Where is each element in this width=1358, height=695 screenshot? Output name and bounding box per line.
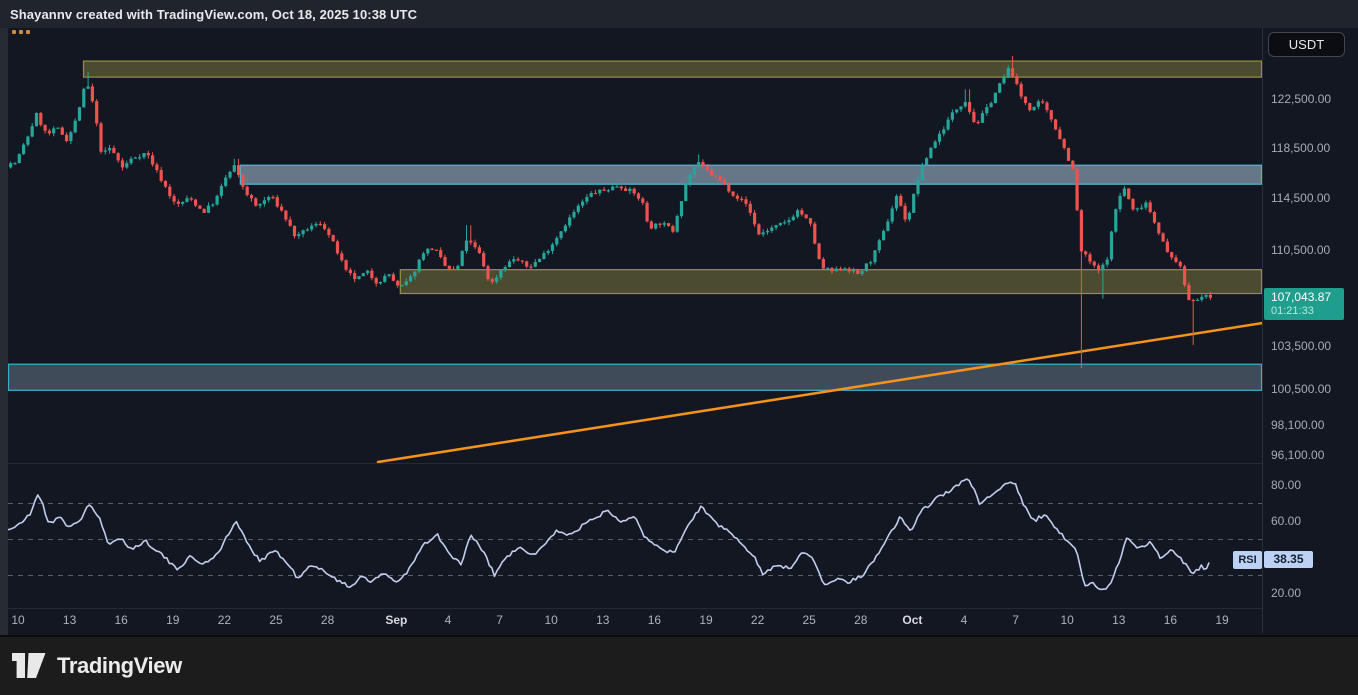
rsi-indicator-label[interactable]: RSI xyxy=(1233,551,1262,569)
time-tick: 7 xyxy=(496,613,503,627)
time-axis[interactable]: 10 13 16 19 22 25 28 Sep 4 7 10 13 16 19 22 25 28 Oct 4 7 10… xyxy=(0,609,1262,633)
time-tick: 13 xyxy=(596,613,609,627)
legend-collapsed-dots[interactable] xyxy=(12,30,30,34)
bar-countdown: 01:21:33 xyxy=(1271,305,1344,317)
currency-toggle-usdt[interactable]: USDT xyxy=(1268,32,1345,57)
time-tick: 10 xyxy=(1061,613,1074,627)
price-tick: 122,500.00 xyxy=(1271,91,1331,107)
candlestick-chart[interactable] xyxy=(0,0,1358,695)
legend-dot-icon xyxy=(12,30,16,34)
time-tick: 4 xyxy=(961,613,968,627)
time-tick: 7 xyxy=(1012,613,1019,627)
time-tick: 16 xyxy=(115,613,128,627)
time-tick: 13 xyxy=(1112,613,1125,627)
time-tick: 25 xyxy=(803,613,816,627)
tradingview-logo-icon xyxy=(12,653,46,679)
rsi-tick: 60.00 xyxy=(1271,513,1301,529)
time-tick: Oct xyxy=(902,613,922,627)
price-tick: 118,500.00 xyxy=(1271,140,1330,156)
time-tick: 25 xyxy=(269,613,282,627)
time-tick: 10 xyxy=(11,613,24,627)
price-scale[interactable]: USDT 107,043.87 01:21:33 38.35 122,500.0… xyxy=(1262,28,1358,633)
time-tick: 19 xyxy=(166,613,179,627)
time-tick: 16 xyxy=(1164,613,1177,627)
rsi-value-badge: 38.35 xyxy=(1264,551,1313,568)
attribution-bar: Shayannv created with TradingView.com, O… xyxy=(0,0,1358,28)
last-price-badge: 107,043.87 01:21:33 xyxy=(1264,288,1344,320)
time-tick: 22 xyxy=(218,613,231,627)
time-tick: 4 xyxy=(445,613,452,627)
price-tick: 98,100.00 xyxy=(1271,417,1324,433)
price-tick: 110,500.00 xyxy=(1271,242,1330,258)
time-tick: 13 xyxy=(63,613,76,627)
price-tick: 100,500.00 xyxy=(1271,381,1331,397)
rsi-tick: 80.00 xyxy=(1271,477,1301,493)
rsi-tick: 20.00 xyxy=(1271,585,1301,601)
last-price-value: 107,043.87 xyxy=(1271,290,1344,304)
time-tick: 19 xyxy=(699,613,712,627)
price-tick: 114,500.00 xyxy=(1271,190,1330,206)
attribution-text: Shayannv created with TradingView.com, O… xyxy=(10,7,417,22)
tradingview-logo-text: TradingView xyxy=(57,653,182,679)
time-tick: 16 xyxy=(648,613,661,627)
legend-dot-icon xyxy=(19,30,23,34)
time-tick: 19 xyxy=(1215,613,1228,627)
time-tick: 28 xyxy=(321,613,334,627)
footer: TradingView xyxy=(0,635,1358,695)
time-tick: 10 xyxy=(545,613,558,627)
left-edge-strip xyxy=(0,28,8,635)
time-tick: 22 xyxy=(751,613,764,627)
time-tick: Sep xyxy=(385,613,407,627)
tradingview-logo[interactable]: TradingView xyxy=(12,653,182,679)
time-tick: 28 xyxy=(854,613,867,627)
price-tick: 103,500.00 xyxy=(1271,338,1331,354)
price-tick: 96,100.00 xyxy=(1271,447,1324,463)
legend-dot-icon xyxy=(26,30,30,34)
